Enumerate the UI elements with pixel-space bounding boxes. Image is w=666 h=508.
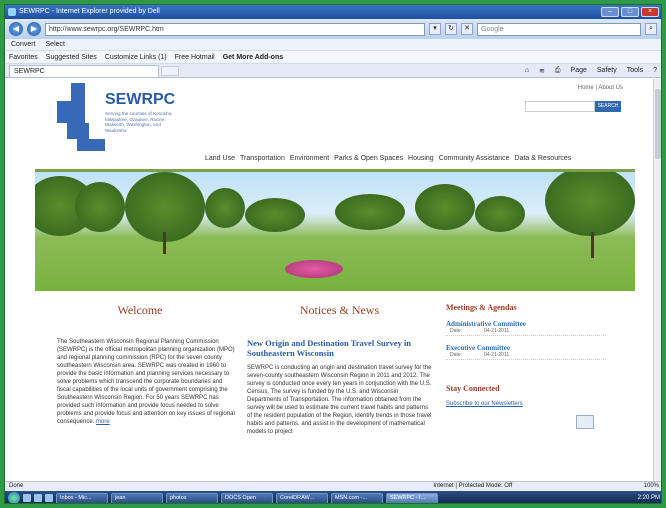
- tab-sewrpc[interactable]: SEWRPC: [9, 64, 159, 77]
- quicklaunch-icon[interactable]: [45, 494, 53, 502]
- about-us-link[interactable]: About Us: [598, 85, 623, 91]
- print-icon[interactable]: ⎙: [555, 67, 561, 75]
- nav-transportation[interactable]: Transportation: [240, 155, 285, 162]
- meeting-item: Executive Committee Date: 04-21-2011: [446, 344, 606, 360]
- news-column: Notices & News New Origin and Destinatio…: [247, 303, 432, 436]
- welcome-text: The Southeastern Wisconsin Regional Plan…: [57, 339, 235, 425]
- envelope-icon[interactable]: [576, 415, 594, 429]
- sewrpc-site: SEWRPC Serving the counties of Kenosha, …: [35, 79, 635, 481]
- content-columns: Welcome The Southeastern Wisconsin Regio…: [35, 291, 635, 436]
- main-nav: Land Use Transportation Environment Park…: [205, 155, 571, 162]
- nav-environment[interactable]: Environment: [290, 155, 329, 162]
- news-heading: Notices & News: [299, 303, 380, 317]
- stay-connected-heading: Stay Connected: [446, 384, 500, 393]
- nav-data-resources[interactable]: Data & Resources: [515, 155, 572, 162]
- top-links: Home | About Us: [577, 85, 623, 91]
- meeting-title[interactable]: Executive Committee: [446, 344, 606, 352]
- tab-row: SEWRPC ⌂ ≋ ⎙ Page Safety Tools ?: [5, 64, 661, 78]
- subscribe-newsletter-link[interactable]: Subscribe to our Newsletters: [446, 401, 606, 407]
- help-icon[interactable]: ?: [653, 67, 657, 75]
- taskbar-item[interactable]: DOCS Open: [221, 492, 273, 503]
- meetings-column: Meetings & Agendas Administrative Commit…: [446, 303, 606, 436]
- welcome-heading: Welcome: [117, 303, 163, 317]
- news-item-title[interactable]: New Origin and Destination Travel Survey…: [247, 338, 432, 358]
- meeting-date: 04-21-2011: [483, 352, 510, 358]
- back-arrow-icon[interactable]: ◀: [9, 22, 23, 36]
- nav-parks[interactable]: Parks & Open Spaces: [334, 155, 403, 162]
- page-menu[interactable]: Page: [571, 67, 587, 75]
- address-bar: ◀ ▶ http://www.sewrpc.org/SEWRPC.htm ▾ ↻…: [5, 19, 661, 39]
- customize-links-link[interactable]: Customize Links (1): [105, 54, 167, 61]
- meeting-date: 04-21-2011: [483, 328, 510, 334]
- site-header: SEWRPC Serving the counties of Kenosha, …: [35, 79, 635, 169]
- maximize-button[interactable]: □: [621, 7, 639, 17]
- date-label: Date:: [450, 352, 462, 358]
- news-item-text: SEWRPC is conducting an origin and desti…: [247, 365, 432, 435]
- date-label: Date:: [450, 328, 462, 334]
- page-viewport: SEWRPC Serving the counties of Kenosha, …: [5, 79, 655, 481]
- suggested-sites-link[interactable]: Suggested Sites: [46, 54, 97, 61]
- logo-tagline: Serving the counties of Kenosha, Milwauk…: [105, 111, 173, 133]
- command-row: Convert Select: [5, 39, 661, 51]
- system-clock[interactable]: 2:20 PM: [638, 495, 660, 501]
- browser-search-input[interactable]: Google: [477, 22, 641, 36]
- nav-community-assistance[interactable]: Community Assistance: [439, 155, 510, 162]
- window-title: SEWRPC - Internet Explorer provided by D…: [19, 8, 160, 15]
- home-link[interactable]: Home: [578, 85, 594, 91]
- zoom-level[interactable]: 100%: [644, 482, 659, 491]
- meeting-title[interactable]: Administrative Committee: [446, 320, 606, 328]
- select-button[interactable]: Select: [46, 41, 65, 48]
- park-banner-image: [35, 169, 635, 291]
- new-tab-button[interactable]: [161, 65, 179, 76]
- meetings-heading: Meetings & Agendas: [446, 303, 517, 312]
- meeting-item: Administrative Committee Date: 04-21-2011: [446, 320, 606, 336]
- forward-arrow-icon[interactable]: ▶: [27, 22, 41, 36]
- browser-window: SEWRPC - Internet Explorer provided by D…: [4, 4, 662, 504]
- welcome-column: Welcome The Southeastern Wisconsin Regio…: [45, 303, 235, 436]
- minimize-button[interactable]: –: [601, 7, 619, 17]
- stop-icon[interactable]: ✕: [461, 23, 473, 35]
- tools-menu[interactable]: Tools: [627, 67, 643, 75]
- quicklaunch-icon[interactable]: [34, 494, 42, 502]
- start-button[interactable]: [8, 492, 20, 503]
- vertical-scrollbar[interactable]: [653, 79, 661, 481]
- ie-icon: [8, 8, 16, 16]
- safety-menu[interactable]: Safety: [597, 67, 617, 75]
- window-titlebar: SEWRPC - Internet Explorer provided by D…: [5, 5, 661, 19]
- status-bar: Done Internet | Protected Mode: Off 100%: [5, 481, 661, 491]
- site-search-button[interactable]: SEARCH: [595, 101, 621, 112]
- flower-bed: [285, 260, 343, 278]
- quicklaunch-icon[interactable]: [23, 494, 31, 502]
- taskbar-item[interactable]: Inbox - Mic...: [56, 492, 108, 503]
- welcome-more-link[interactable]: more: [96, 419, 110, 425]
- taskbar-item[interactable]: SEWRPC - I...: [386, 492, 438, 503]
- close-button[interactable]: ×: [641, 7, 659, 17]
- home-icon[interactable]: ⌂: [525, 67, 529, 75]
- status-text: Done: [9, 483, 24, 489]
- free-hotmail-link[interactable]: Free Hotmail: [175, 54, 215, 61]
- feeds-icon[interactable]: ≋: [539, 67, 545, 75]
- sewrpc-logo-mark[interactable]: [57, 83, 107, 153]
- site-search-input[interactable]: [525, 101, 595, 112]
- security-zone: Internet | Protected Mode: Off: [433, 483, 513, 489]
- favorites-button[interactable]: Favorites: [9, 54, 38, 61]
- dropdown-icon[interactable]: ▾: [429, 23, 441, 35]
- refresh-icon[interactable]: ↻: [445, 23, 457, 35]
- convert-button[interactable]: Convert: [11, 41, 36, 48]
- windows-taskbar: Inbox - Mic... jean photos DOCS Open Cor…: [5, 491, 661, 503]
- taskbar-item[interactable]: MSN.com -...: [331, 492, 383, 503]
- url-input[interactable]: http://www.sewrpc.org/SEWRPC.htm: [45, 22, 425, 36]
- nav-housing[interactable]: Housing: [408, 155, 434, 162]
- logo-name[interactable]: SEWRPC: [105, 91, 175, 109]
- taskbar-item[interactable]: CorelDRAW...: [276, 492, 328, 503]
- taskbar-item[interactable]: photos: [166, 492, 218, 503]
- nav-land-use[interactable]: Land Use: [205, 155, 235, 162]
- search-icon[interactable]: ⌕: [645, 23, 657, 35]
- get-addons-link[interactable]: Get More Add-ons: [223, 54, 283, 61]
- favorites-bar: Favorites Suggested Sites Customize Link…: [5, 51, 661, 64]
- taskbar-item[interactable]: jean: [111, 492, 163, 503]
